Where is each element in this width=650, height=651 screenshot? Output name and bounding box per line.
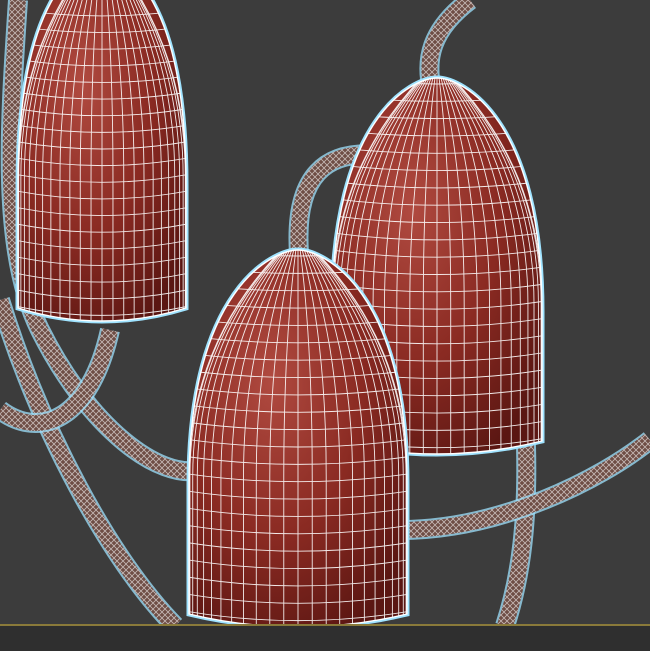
lamp-shades[interactable]	[13, 0, 547, 648]
viewport-bottom-strip	[0, 626, 650, 651]
viewport-3d[interactable]	[0, 0, 650, 651]
lamp-shade-left[interactable]	[13, 0, 191, 342]
viewport-canvas[interactable]	[0, 0, 650, 651]
